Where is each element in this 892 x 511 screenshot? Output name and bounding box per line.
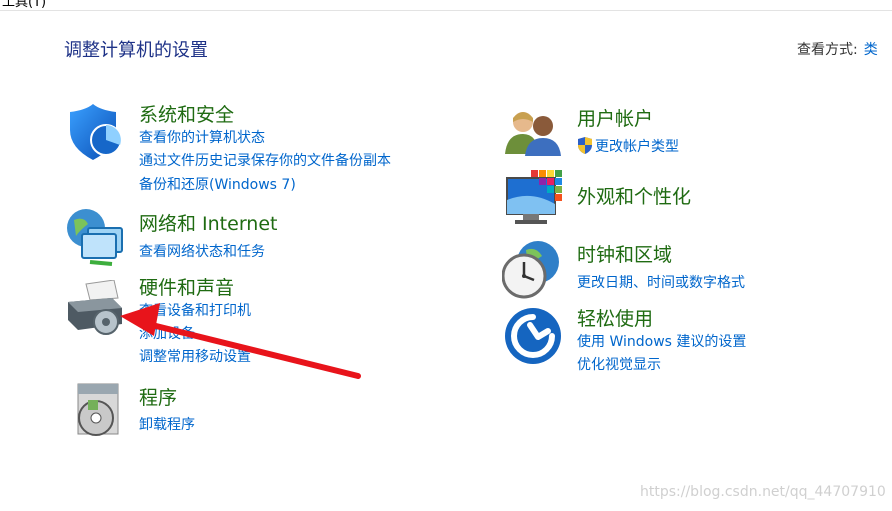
link-network-status[interactable]: 查看网络状态和任务 xyxy=(139,241,265,261)
view-by: 查看方式: 类 xyxy=(797,39,878,59)
clock-region-title[interactable]: 时钟和区域 xyxy=(577,240,672,267)
link-file-history-backup[interactable]: 通过文件历史记录保存你的文件备份副本 xyxy=(139,150,391,170)
link-optimize-visual-display[interactable]: 优化视觉显示 xyxy=(577,354,661,374)
ease-access-title[interactable]: 轻松使用 xyxy=(577,304,653,331)
programs-disc-icon[interactable] xyxy=(70,382,126,438)
page-title: 调整计算机的设置 xyxy=(64,40,208,61)
view-by-dropdown[interactable]: 类 xyxy=(864,42,878,58)
users-icon[interactable] xyxy=(505,108,561,156)
link-mobility-settings[interactable]: 调整常用移动设置 xyxy=(139,346,251,366)
link-add-device[interactable]: 添加设备 xyxy=(139,323,195,343)
system-security-title[interactable]: 系统和安全 xyxy=(139,100,234,127)
user-accounts-title[interactable]: 用户帐户 xyxy=(577,104,653,131)
printer-icon[interactable] xyxy=(66,280,126,338)
change-account-type-label: 更改帐户类型 xyxy=(595,139,679,155)
link-change-date-time-format[interactable]: 更改日期、时间或数字格式 xyxy=(577,272,745,292)
link-change-account-type[interactable]: 更改帐户类型 xyxy=(577,136,679,156)
menu-bar: 工具(T) xyxy=(0,0,892,11)
programs-title[interactable]: 程序 xyxy=(139,383,177,410)
shield-icon[interactable] xyxy=(66,104,124,162)
ease-of-access-icon[interactable] xyxy=(504,307,562,365)
watermark: https://blog.csdn.net/qq_44707910 xyxy=(640,484,886,500)
link-devices-printers[interactable]: 查看设备和打印机 xyxy=(139,300,251,320)
annotation-arrow xyxy=(120,303,361,379)
link-recommended-settings[interactable]: 使用 Windows 建议的设置 xyxy=(577,331,746,351)
view-by-label: 查看方式: xyxy=(797,42,858,58)
network-title[interactable]: 网络和 Internet xyxy=(139,209,277,236)
link-check-computer-status[interactable]: 查看你的计算机状态 xyxy=(139,127,265,147)
uac-shield-icon xyxy=(578,137,592,154)
link-backup-restore[interactable]: 备份和还原(Windows 7) xyxy=(139,174,296,194)
menu-tools[interactable]: 工具(T) xyxy=(2,0,46,10)
clock-globe-icon[interactable] xyxy=(502,240,562,300)
network-globe-icon[interactable] xyxy=(66,206,128,266)
monitor-palette-icon[interactable] xyxy=(505,170,565,228)
link-uninstall-program[interactable]: 卸载程序 xyxy=(139,414,195,434)
hardware-title[interactable]: 硬件和声音 xyxy=(139,273,234,300)
appearance-title[interactable]: 外观和个性化 xyxy=(577,182,691,209)
